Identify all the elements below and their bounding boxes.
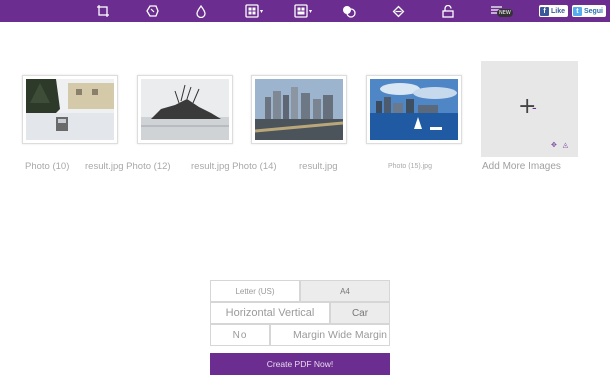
facebook-icon: f: [540, 6, 549, 16]
page-size-a4-option[interactable]: A4: [300, 280, 390, 302]
add-more-images-label: Add More Images: [482, 161, 561, 172]
drop-icon[interactable]: [195, 3, 207, 19]
twitter-follow-button[interactable]: t Segui: [572, 5, 606, 17]
eraser-icon[interactable]: [391, 3, 405, 19]
orientation-option[interactable]: Horizontal Vertical: [210, 302, 330, 324]
image-thumbnail[interactable]: [251, 75, 347, 144]
image-caption: Photo (15).jpg: [388, 163, 432, 170]
facebook-like-button[interactable]: f Like: [539, 5, 568, 17]
facebook-like-label: Like: [550, 7, 565, 15]
image-thumbnail[interactable]: [366, 75, 462, 144]
page-size-letter-option[interactable]: Letter (US): [210, 280, 300, 302]
twitter-icon: t: [573, 6, 582, 16]
image-caption: Photo (10): [25, 161, 70, 172]
image-thumbnail[interactable]: [137, 75, 233, 144]
image-caption: result.jpg: [299, 161, 338, 172]
margin-option[interactable]: Margin Wide Margin: [270, 324, 390, 346]
twitter-follow-label: Segui: [583, 7, 603, 15]
circles-icon[interactable]: [341, 3, 357, 19]
car-option[interactable]: Car: [330, 302, 390, 324]
margin-none-option[interactable]: No: [210, 324, 270, 346]
image-caption: result.jpg Photo (12): [85, 161, 171, 172]
layout-icon[interactable]: ▾: [242, 3, 266, 19]
upload-source-icons[interactable]: ✥ ◬: [551, 141, 570, 149]
image-caption: result.jpg Photo (14): [191, 161, 277, 172]
minus-icon: -: [532, 101, 537, 116]
grid-icon[interactable]: ▾: [291, 3, 315, 19]
chevron-down-icon: ▾: [308, 8, 312, 15]
crop-icon[interactable]: [96, 3, 110, 19]
new-badge: NEW: [497, 9, 513, 17]
shape-icon[interactable]: [145, 3, 159, 19]
chevron-down-icon: ▾: [259, 8, 263, 15]
text-icon[interactable]: [441, 3, 455, 19]
image-thumbnail[interactable]: [22, 75, 118, 144]
create-pdf-button[interactable]: Create PDF Now!: [210, 353, 390, 375]
top-toolbar: ▾ ▾ NEW f Like t Segui: [0, 0, 610, 22]
